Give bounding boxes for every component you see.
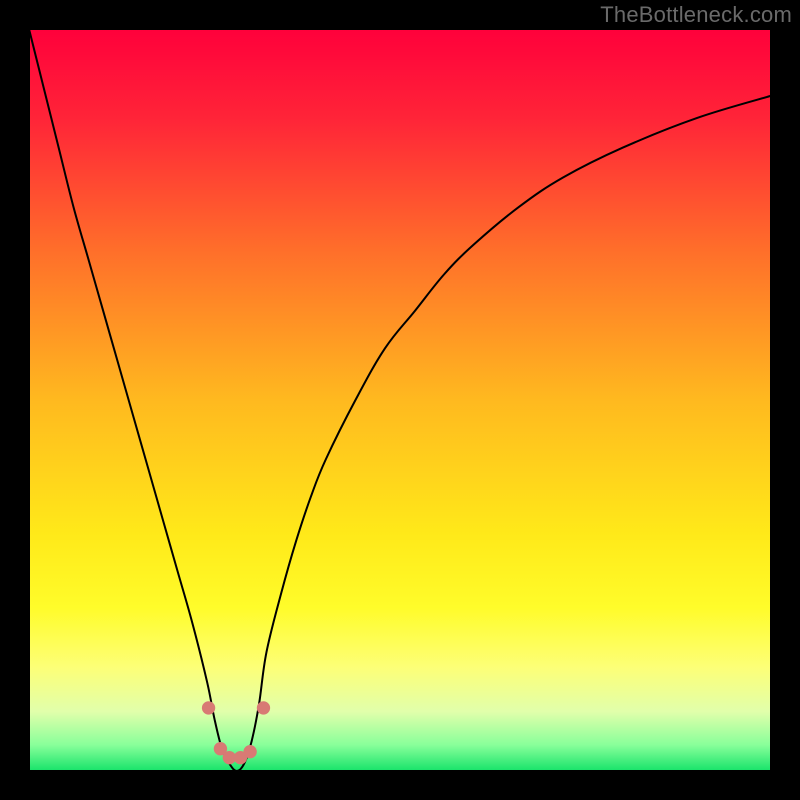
marker-dot bbox=[243, 745, 256, 758]
bottleneck-chart bbox=[30, 30, 770, 770]
marker-dot bbox=[202, 701, 215, 714]
plot-area bbox=[30, 30, 770, 770]
watermark-text: TheBottleneck.com bbox=[600, 2, 792, 28]
outer-frame: TheBottleneck.com bbox=[0, 0, 800, 800]
marker-dot bbox=[257, 701, 270, 714]
gradient-background bbox=[30, 30, 770, 770]
